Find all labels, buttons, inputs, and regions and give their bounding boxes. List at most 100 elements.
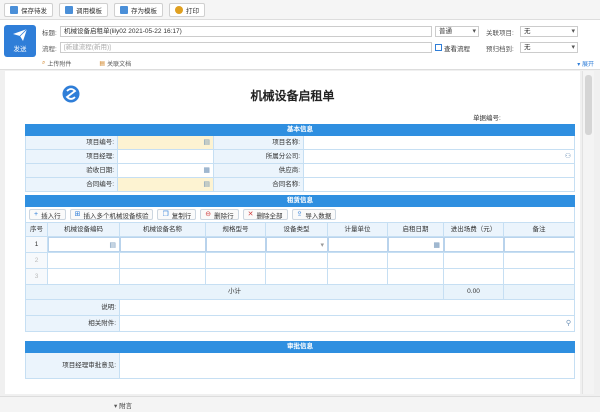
fee-cell[interactable] xyxy=(444,269,504,284)
equip-name-cell[interactable] xyxy=(120,253,206,268)
project-manager-field[interactable] xyxy=(118,150,214,163)
fee-cell[interactable] xyxy=(444,237,504,252)
flow-label: 流程: xyxy=(42,45,57,53)
spec-cell[interactable] xyxy=(206,269,266,284)
picker-icon[interactable]: ▤ xyxy=(203,180,210,189)
supplier-field[interactable] xyxy=(304,164,574,177)
pm-opinion-field[interactable] xyxy=(120,353,574,378)
equip-code-cell[interactable]: ▤ xyxy=(48,237,120,252)
start-date-cell[interactable] xyxy=(388,253,444,268)
project-name-field[interactable] xyxy=(304,136,574,149)
table-row: 3 xyxy=(25,269,575,285)
postscript-toggle[interactable]: ▾ 附言 xyxy=(114,400,132,410)
subtotal-remark xyxy=(504,285,574,299)
equip-type-cell[interactable]: ▾ xyxy=(266,237,328,252)
equip-type-cell[interactable] xyxy=(266,269,328,284)
org-picker-icon[interactable]: ⚇ xyxy=(565,152,571,161)
flow-icon xyxy=(435,44,442,51)
delete-all-button[interactable]: ✕ 删除全部 xyxy=(242,209,288,220)
document-icon: ▤ xyxy=(99,61,106,67)
upload-attachment-link[interactable]: ⌕ 上传附件 xyxy=(42,59,85,68)
insert-row-button[interactable]: + 插入行 xyxy=(29,209,66,220)
delete-row-label: 删除行 xyxy=(214,212,234,220)
import-button[interactable]: ⇪ 导入数据 xyxy=(291,209,337,220)
equip-type-cell[interactable] xyxy=(266,253,328,268)
vertical-scrollbar[interactable] xyxy=(582,71,594,394)
print-button[interactable]: 打印 xyxy=(169,2,205,17)
remark-cell[interactable] xyxy=(504,253,574,268)
picker-icon[interactable]: ▤ xyxy=(203,138,210,147)
fee-cell[interactable] xyxy=(444,253,504,268)
branch-field[interactable]: ⚇ xyxy=(304,150,574,163)
basic-info-header: 基本信息 xyxy=(25,124,575,136)
contract-no-field[interactable]: ▤ xyxy=(118,178,214,191)
priority-select[interactable]: 普通 xyxy=(435,26,479,37)
insert-multi-button[interactable]: ⊞ 插入多个机械设备核验 xyxy=(69,209,154,220)
chevron-down-icon[interactable]: ▾ xyxy=(320,241,324,250)
picker-icon[interactable]: ▤ xyxy=(109,241,116,250)
detail-button-bar: + 插入行 ⊞ 插入多个机械设备核验 ❐ 复制行 ⊖ 删除行 ✕ 删除全部 ⇪ 导入数据 xyxy=(25,207,575,223)
copy-row-label: 复制行 xyxy=(171,212,192,220)
calendar-icon[interactable]: ▦ xyxy=(203,166,210,175)
start-date-cell[interactable]: ▦ xyxy=(388,237,444,252)
expand-link[interactable]: ▾ 展开 xyxy=(577,59,594,68)
save-as-template-button[interactable]: 存为模板 xyxy=(114,2,163,17)
attachment-row-form: 相关附件: ⚲ xyxy=(25,316,575,332)
delete-row-button[interactable]: ⊖ 删除行 xyxy=(200,209,239,220)
project-code-field[interactable]: ▤ xyxy=(118,136,214,149)
start-date-cell[interactable] xyxy=(388,269,444,284)
note-field[interactable] xyxy=(120,300,574,315)
related-doc-link[interactable]: ▤ 关联文档 xyxy=(99,59,145,68)
attachment-field[interactable]: ⚲ xyxy=(120,316,574,331)
detail-grid-header: 序号 机械设备编码 机械设备名称 规格型号 设备类型 计量单位 启租日期 进出场… xyxy=(25,223,575,237)
deadline-label: 预归档到: xyxy=(486,45,514,53)
form-header: 发送 标题: 机械设备启租单(lily02 2021-05-22 16:17) … xyxy=(0,20,600,70)
remark-cell[interactable] xyxy=(504,237,574,252)
basic-row-2: 项目经理: 所属分公司: ⚇ xyxy=(25,150,575,164)
title-input[interactable]: 机械设备启租单(lily02 2021-05-22 16:17) xyxy=(60,26,432,37)
calendar-icon[interactable]: ▦ xyxy=(433,241,440,250)
spec-cell[interactable] xyxy=(206,253,266,268)
view-flow-label: 查看流程 xyxy=(444,45,470,53)
flow-input[interactable]: [新建流程(新用)] xyxy=(60,42,432,53)
unit-cell[interactable] xyxy=(328,269,388,284)
save-draft-label: 保存待发 xyxy=(21,7,47,15)
equip-code-cell[interactable] xyxy=(48,253,120,268)
equip-code-cell[interactable] xyxy=(48,269,120,284)
contract-name-field[interactable] xyxy=(304,178,574,191)
acceptance-date-label: 验收日期: xyxy=(26,164,118,177)
scrollbar-thumb[interactable] xyxy=(585,75,592,135)
save-draft-button[interactable]: 保存待发 xyxy=(4,2,53,17)
paperclip-icon[interactable]: ⚲ xyxy=(566,319,571,328)
deadline-select[interactable]: 无 xyxy=(520,42,578,53)
equip-name-cell[interactable] xyxy=(120,269,206,284)
col-equip-name: 机械设备名称 xyxy=(120,223,206,236)
approval-info-header: 审批信息 xyxy=(25,341,575,353)
related-project-select[interactable]: 无 xyxy=(520,26,578,37)
contract-no-label: 合同编号: xyxy=(26,178,118,191)
subtotal-row: 小计 0.00 xyxy=(25,285,575,300)
related-doc-label: 关联文档 xyxy=(107,62,132,68)
col-start-date: 启租日期 xyxy=(388,223,444,236)
unit-cell[interactable] xyxy=(328,237,388,252)
print-icon xyxy=(175,5,183,14)
project-name-label: 项目名称: xyxy=(214,136,304,149)
note-label: 说明: xyxy=(26,300,120,315)
spec-cell[interactable] xyxy=(206,237,266,252)
row-number: 2 xyxy=(26,253,48,268)
equip-name-cell[interactable] xyxy=(120,237,206,252)
branch-label: 所属分公司: xyxy=(214,150,304,163)
print-label: 打印 xyxy=(186,7,199,15)
attachment-label: 相关附件: xyxy=(26,316,120,331)
col-equip-code: 机械设备编码 xyxy=(48,223,120,236)
remark-cell[interactable] xyxy=(504,269,574,284)
send-button[interactable]: 发送 xyxy=(4,25,36,57)
expand-label: 展开 xyxy=(581,62,594,68)
acceptance-date-field[interactable]: ▦ xyxy=(118,164,214,177)
view-flow-button[interactable]: 查看流程 xyxy=(435,42,479,53)
template-icon xyxy=(65,5,73,14)
copy-row-button[interactable]: ❐ 复制行 xyxy=(157,209,197,220)
unit-cell[interactable] xyxy=(328,253,388,268)
use-template-button[interactable]: 调用模板 xyxy=(59,2,108,17)
send-label: 发送 xyxy=(13,46,27,53)
